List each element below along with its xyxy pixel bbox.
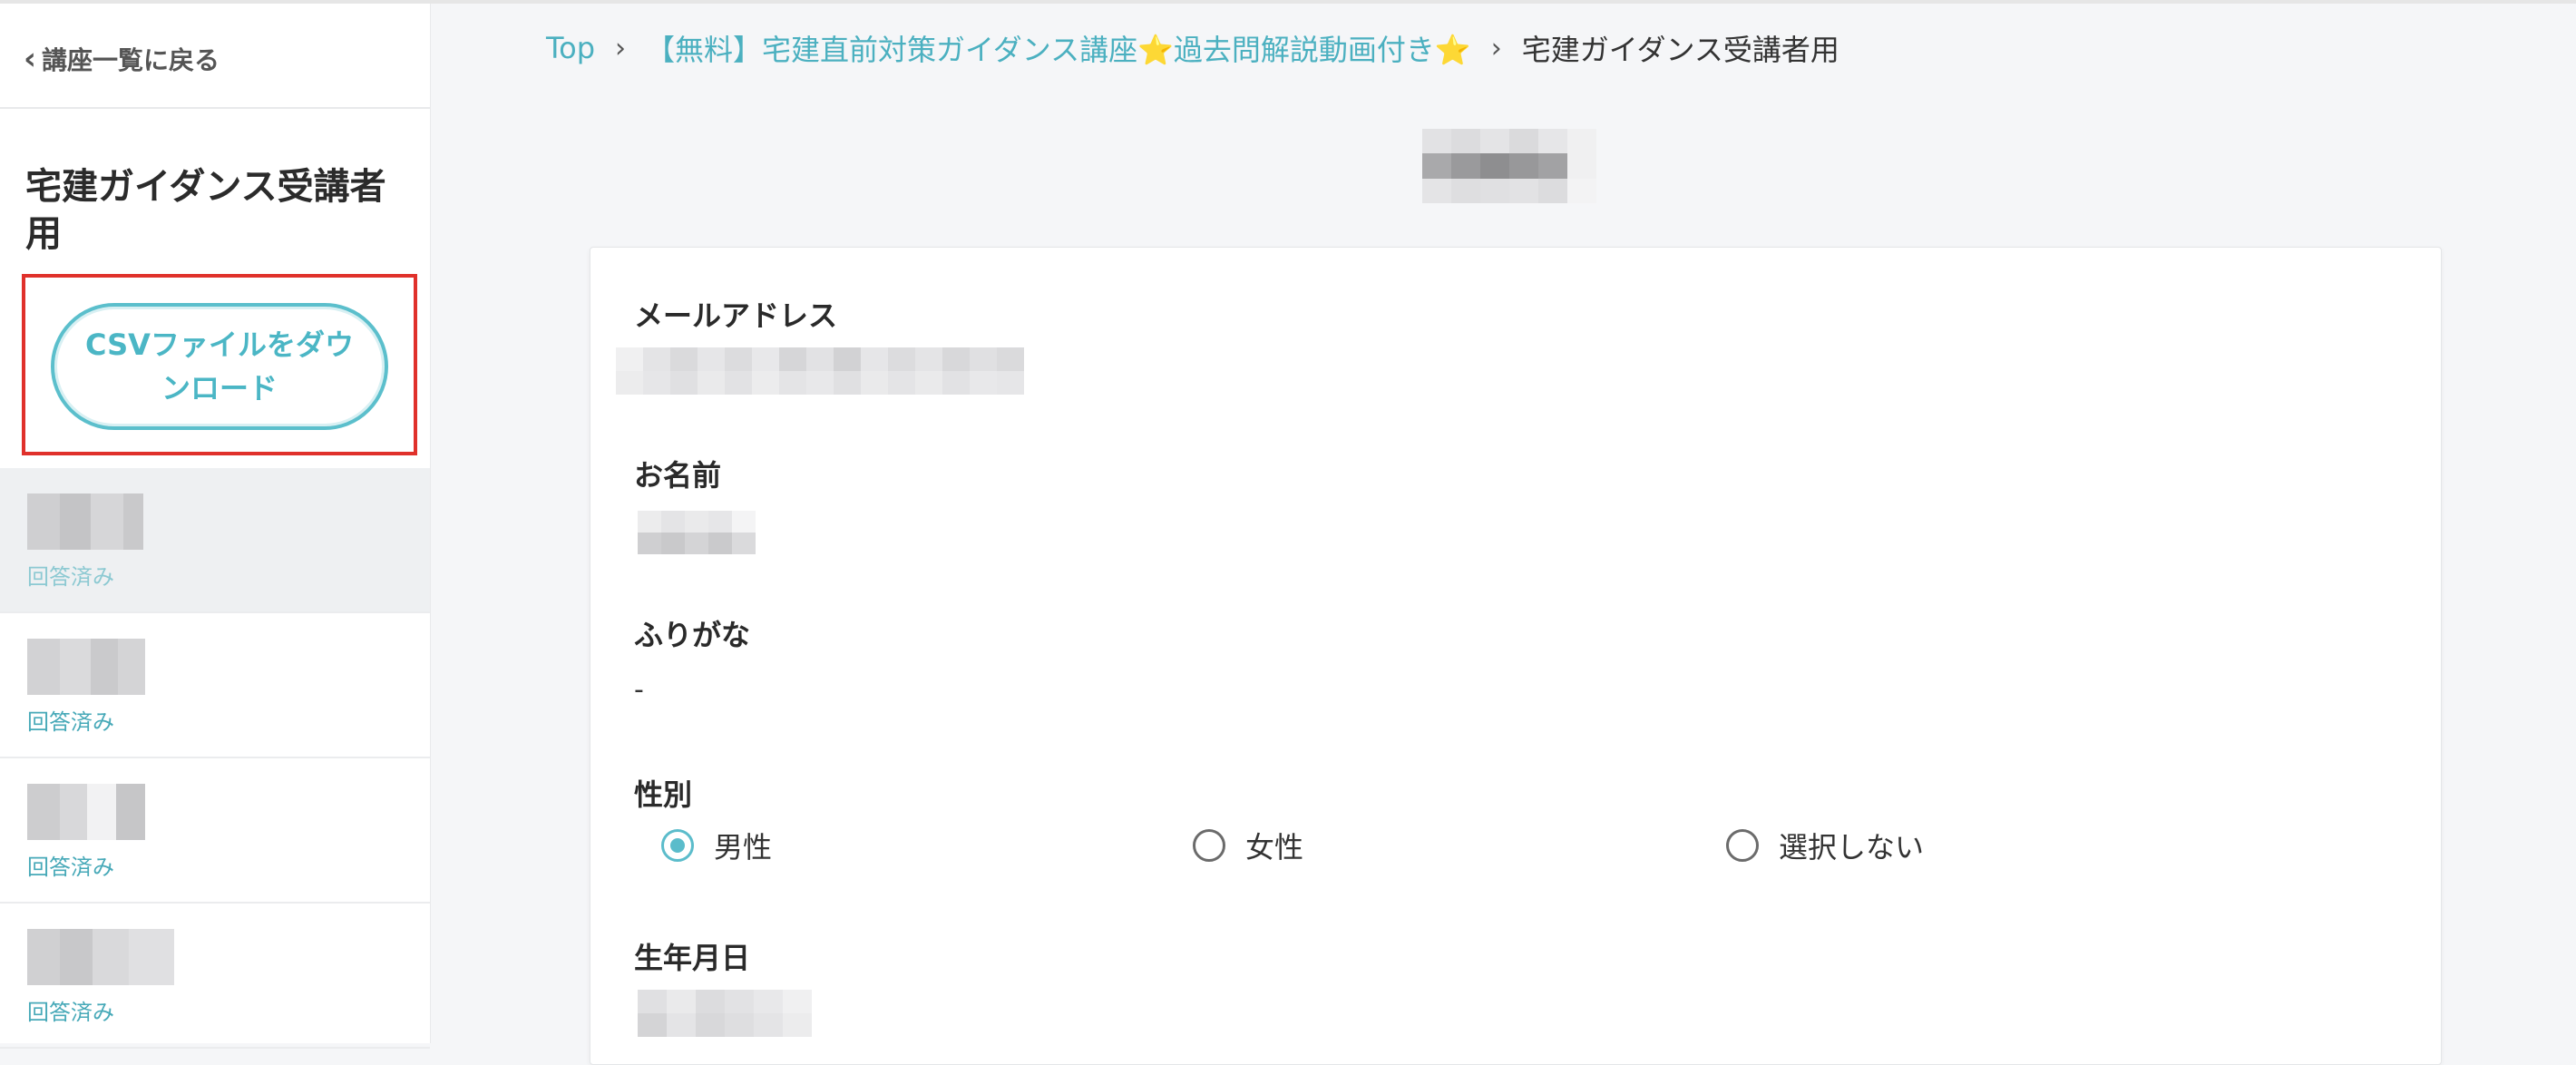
course-title: 宅建ガイダンス受講者用 bbox=[25, 166, 386, 255]
radio-checked-icon bbox=[661, 829, 694, 862]
breadcrumb: Top › 【無料】宅建直前対策ガイダンス講座⭐過去問解説動画付き⭐ › 宅建ガ… bbox=[546, 27, 1839, 69]
gender-radio-male[interactable]: 男性 bbox=[661, 825, 772, 866]
radio-unchecked-icon bbox=[1193, 829, 1225, 862]
birthday-label: 生年月日 bbox=[634, 941, 751, 975]
respondent-name-redacted bbox=[27, 929, 174, 985]
birthday-value-redacted bbox=[638, 990, 812, 1037]
response-list-item[interactable]: 回答済み bbox=[0, 468, 430, 613]
sidebar: ‹ 講座一覧に戻る 宅建ガイダンス受講者用 CSVファイルをダウンロード 回答済… bbox=[0, 4, 431, 1049]
name-label: お名前 bbox=[634, 458, 722, 493]
response-status: 回答済み bbox=[27, 855, 114, 880]
email-label: メールアドレス bbox=[634, 298, 838, 333]
gender-option-label: 男性 bbox=[714, 830, 773, 865]
breadcrumb-separator: › bbox=[1490, 32, 1502, 64]
radio-unchecked-icon bbox=[1726, 829, 1759, 862]
response-list-item[interactable]: 回答済み bbox=[0, 613, 430, 758]
back-to-courses-link[interactable]: ‹ 講座一覧に戻る bbox=[24, 36, 220, 82]
response-list-item[interactable]: 回答済み bbox=[0, 904, 430, 1049]
gender-option-label: 選択しない bbox=[1779, 830, 1925, 865]
email-value-redacted bbox=[616, 347, 1024, 395]
breadcrumb-current: 宅建ガイダンス受講者用 bbox=[1521, 33, 1839, 67]
respondent-header-redacted bbox=[1422, 129, 1596, 203]
response-status: 回答済み bbox=[27, 1000, 114, 1025]
csv-download-button[interactable]: CSVファイルをダウンロード bbox=[51, 303, 388, 430]
back-link-label: 講座一覧に戻る bbox=[42, 45, 220, 75]
gender-radio-female[interactable]: 女性 bbox=[1193, 825, 1303, 866]
gender-label: 性別 bbox=[634, 777, 693, 812]
divider bbox=[0, 107, 430, 109]
response-status: 回答済み bbox=[27, 564, 114, 590]
furigana-value: - bbox=[634, 674, 644, 706]
breadcrumb-separator: › bbox=[615, 32, 626, 64]
furigana-label: ふりがな bbox=[634, 618, 751, 652]
gender-option-label: 女性 bbox=[1245, 830, 1304, 865]
gender-radio-none[interactable]: 選択しない bbox=[1726, 825, 1924, 866]
response-list-item[interactable]: 回答済み bbox=[0, 758, 430, 904]
breadcrumb-top-link[interactable]: Top bbox=[546, 31, 595, 65]
response-detail-card: メールアドレス お名前 ふりがな - 性別 男性 女性 選択しない 生年月日 bbox=[590, 247, 2442, 1065]
respondent-name-redacted bbox=[27, 493, 143, 550]
respondent-name-redacted bbox=[27, 784, 145, 840]
name-value-redacted bbox=[638, 511, 756, 554]
response-status: 回答済み bbox=[27, 709, 114, 735]
breadcrumb-course-link[interactable]: 【無料】宅建直前対策ガイダンス講座⭐過去問解説動画付き⭐ bbox=[646, 27, 1471, 69]
chevron-left-icon: ‹ bbox=[24, 41, 37, 77]
highlight-frame: CSVファイルをダウンロード bbox=[22, 274, 417, 455]
respondent-name-redacted bbox=[27, 639, 145, 695]
